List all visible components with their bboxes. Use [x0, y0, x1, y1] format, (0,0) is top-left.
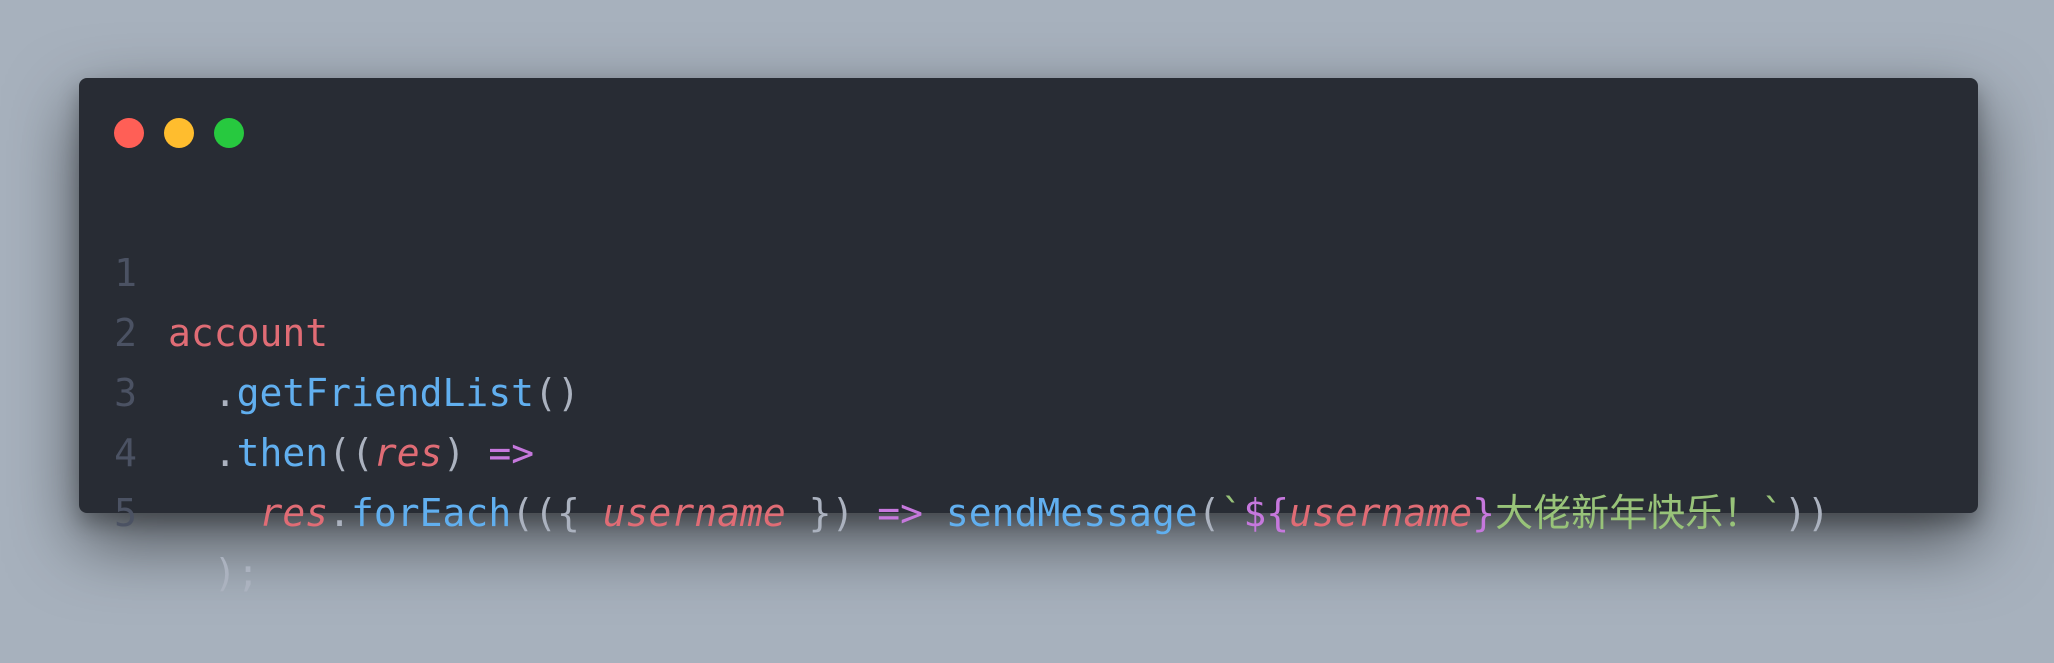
- code-window: 1 account 2 .getFriendList() 3 .then((re…: [79, 78, 1978, 595]
- code-token: ${: [1243, 491, 1290, 535]
- code-block: 1 account 2 .getFriendList() 3 .then((re…: [79, 183, 1978, 595]
- code-token: sendMessage: [945, 491, 1198, 535]
- close-button[interactable]: [114, 118, 144, 148]
- code-token: username: [1289, 491, 1473, 535]
- line-number: 5: [114, 491, 137, 535]
- line-content: );: [168, 543, 260, 603]
- code-token: }: [1472, 491, 1496, 535]
- code-token: .: [328, 491, 352, 535]
- line-content: res.forEach(({ username }) => sendMessag…: [168, 483, 1830, 543]
- code-token: `: [1761, 491, 1784, 535]
- maximize-button[interactable]: [214, 118, 244, 148]
- code-token: `: [1220, 491, 1244, 535]
- code-token: =>: [877, 491, 924, 535]
- code-token: );: [168, 551, 260, 595]
- window-controls: [114, 118, 244, 148]
- code-token: 大佬新年快乐！: [1495, 491, 1762, 535]
- code-line: 5 );: [79, 423, 1978, 595]
- code-token: )): [1783, 491, 1830, 535]
- code-token: forEach: [351, 491, 512, 535]
- code-token: res: [259, 491, 329, 535]
- code-line: 2 .getFriendList(): [79, 243, 1978, 415]
- code-line: 1 account: [79, 183, 1978, 355]
- code-line: 3 .then((res) =>: [79, 303, 1978, 475]
- code-line: 4 res.forEach(({ username }) => sendMess…: [79, 363, 1978, 535]
- code-token: (: [1197, 491, 1221, 535]
- minimize-button[interactable]: [164, 118, 194, 148]
- code-token: (({: [511, 491, 603, 535]
- code-token: }): [785, 491, 878, 535]
- code-token: username: [602, 491, 786, 535]
